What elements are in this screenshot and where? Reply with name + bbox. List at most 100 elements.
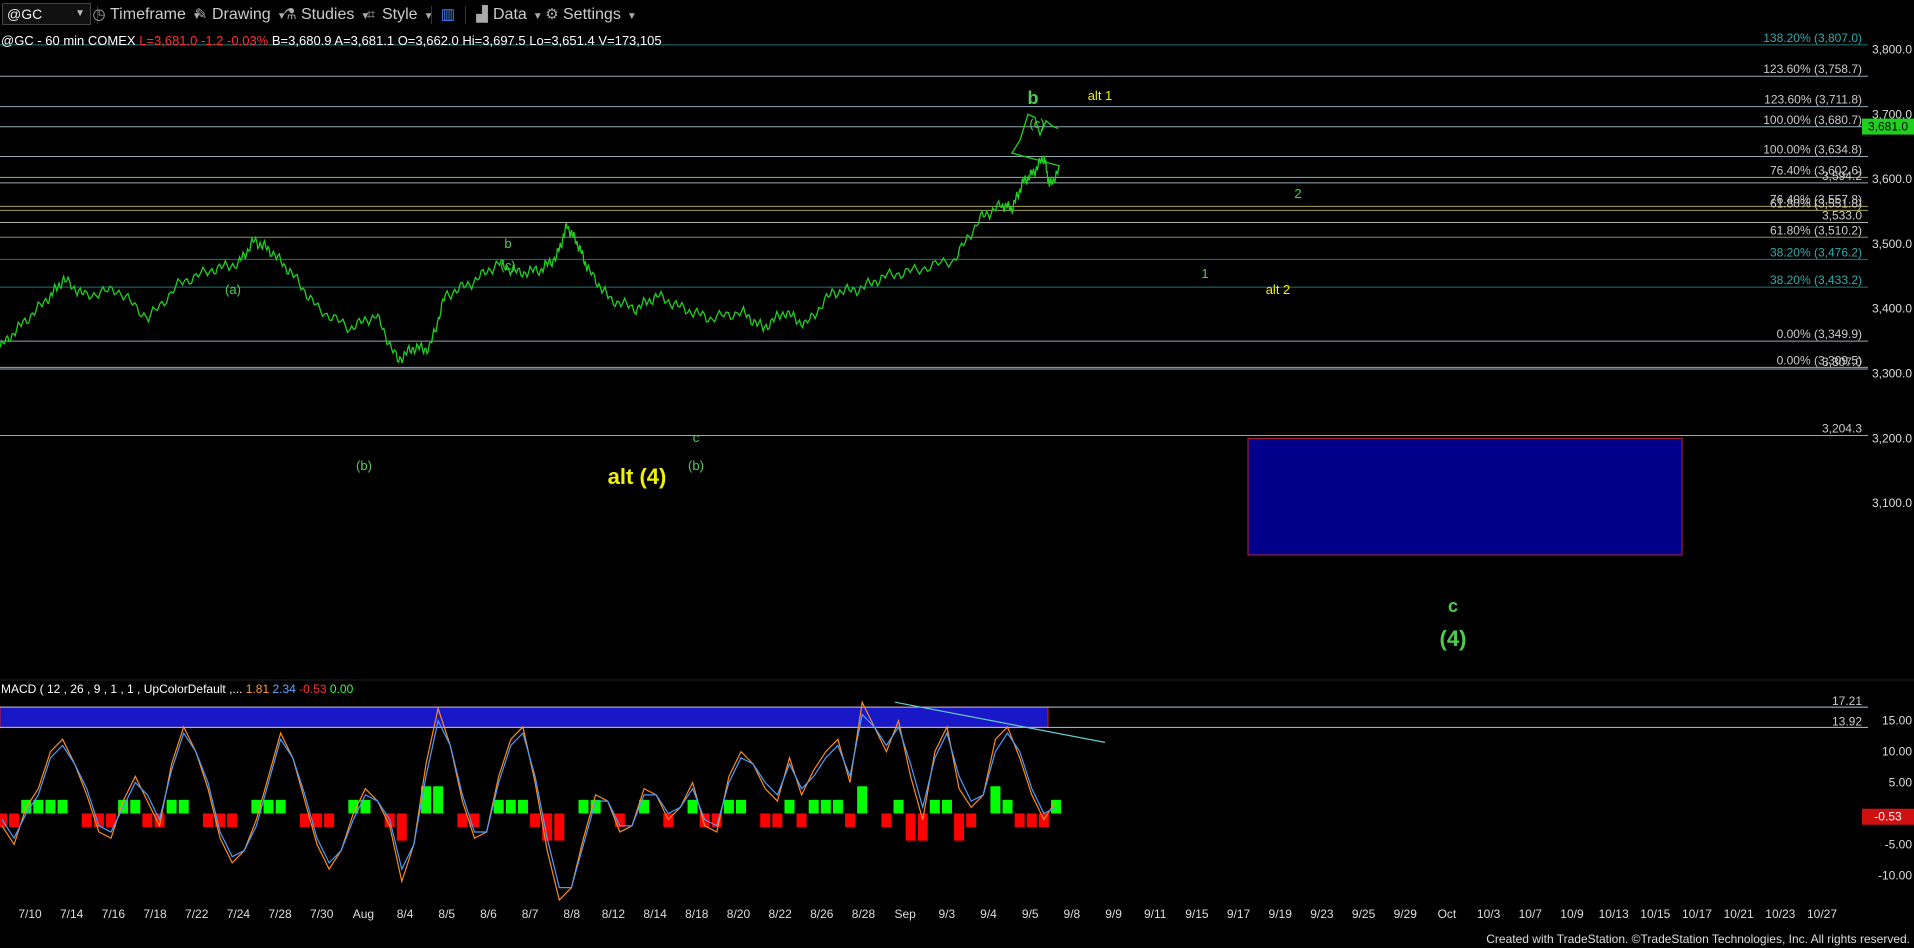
- data-button[interactable]: ▟ Data ▼: [473, 5, 542, 25]
- time-tick-label: 8/14: [643, 907, 667, 921]
- time-tick-label: 8/6: [480, 907, 497, 921]
- studies-button[interactable]: ⚗ Studies ▼: [281, 5, 370, 25]
- macd-diff-value: -0.53: [299, 682, 327, 696]
- macd-histogram-bar: [954, 813, 965, 841]
- macd-histogram-bar: [857, 786, 868, 814]
- macd-histogram-bar: [772, 813, 783, 828]
- clock-icon: ◷: [92, 6, 106, 23]
- time-tick-label: 9/11: [1144, 907, 1167, 921]
- gear-icon: ⚙: [545, 6, 559, 23]
- pencil-icon: ✎: [194, 6, 208, 23]
- macd-label: MACD ( 12 , 26 , 9 , 1 , 1 , UpColorDefa…: [1, 682, 243, 696]
- time-tick-label: 10/3: [1477, 907, 1501, 921]
- macd-level-label: 13.92: [1832, 714, 1862, 728]
- macd-level-label: 17.21: [1832, 694, 1862, 708]
- fib-label: 3,533.0: [1822, 209, 1862, 223]
- macd-histogram-bar: [723, 799, 734, 814]
- timeframe-button[interactable]: ◷ Timeframe ▼: [90, 5, 201, 25]
- fib-label: 0.00% (3,349.9): [1777, 327, 1862, 341]
- wave-label: (b): [356, 458, 372, 473]
- fib-label: 123.60% (3,758.7): [1763, 62, 1862, 76]
- quote-line: @GC - 60 min COMEX L=3,681.0 -1.2 -0.03%…: [1, 33, 662, 48]
- quote-bid: B=3,680.9: [271, 33, 332, 48]
- time-tick-label: 10/23: [1765, 907, 1795, 921]
- fib-label: 138.20% (3,807.0): [1763, 31, 1862, 45]
- quote-open: O=3,662.0: [397, 33, 459, 48]
- macd-histogram-bar: [81, 813, 92, 828]
- style-button[interactable]: ⌗ Style ▼: [362, 5, 434, 25]
- macd-tick-label: 15.00: [1882, 714, 1912, 728]
- time-tick-label: 7/10: [18, 907, 42, 921]
- layout-button[interactable]: ▥: [439, 5, 459, 25]
- fib-label: 61.80% (3,510.2): [1770, 223, 1862, 237]
- macd-current-label: -0.53: [1874, 810, 1902, 824]
- quote-change: -1.2: [201, 33, 224, 48]
- price-tick-label: 3,400.0: [1872, 302, 1912, 316]
- time-tick-label: 10/21: [1724, 907, 1754, 921]
- macd-tick-label: 5.00: [1889, 776, 1913, 790]
- time-tick-label: 8/22: [768, 907, 792, 921]
- macd-value: 1.81: [245, 682, 270, 696]
- macd-histogram-bar: [227, 813, 238, 828]
- macd-histogram-bar: [45, 799, 56, 814]
- current-price-tag: 3,681.0: [1862, 118, 1914, 135]
- target-box[interactable]: [1247, 437, 1683, 556]
- macd-histogram-bar: [457, 813, 468, 828]
- time-tick-label: 9/23: [1310, 907, 1334, 921]
- time-tick-label: 9/25: [1352, 907, 1376, 921]
- time-tick-label: 7/30: [310, 907, 334, 921]
- wave-label: (a): [225, 282, 241, 297]
- price-tick-label: 3,800.0: [1872, 42, 1912, 56]
- wave-label: alt (4): [608, 464, 667, 489]
- wave-label: b: [1028, 88, 1039, 108]
- wave-label: (b): [688, 458, 704, 473]
- wave-label: (c): [1029, 116, 1044, 131]
- macd-histogram-bar: [808, 799, 819, 814]
- toolbar: @GC ▼ ◷ Timeframe ▼ ✎ Drawing ▼ ⚗ Studies ▼ ⌗ S…: [0, 0, 1914, 31]
- macd-histogram-bar: [845, 813, 856, 828]
- macd-histogram-bar: [517, 799, 528, 814]
- time-tick-label: 7/14: [60, 907, 84, 921]
- toolbar-separator: [431, 6, 432, 24]
- chart-style-icon: ⌗: [366, 6, 376, 23]
- fib-label: 3,594.2: [1822, 169, 1862, 183]
- macd-histogram-bar: [1014, 813, 1025, 828]
- macd-histogram-bar: [796, 813, 807, 828]
- time-tick-label: 9/17: [1227, 907, 1251, 921]
- current-price-label: 3,681.0: [1868, 120, 1908, 134]
- macd-histogram-bar: [1002, 799, 1013, 814]
- macd-histogram-bar: [202, 813, 213, 828]
- macd-header: MACD ( 12 , 26 , 9 , 1 , 1 , UpColorDefa…: [1, 682, 353, 696]
- macd-histogram-bar: [275, 799, 286, 814]
- quote-high: Hi=3,697.5: [462, 33, 526, 48]
- drawing-button[interactable]: ✎ Drawing ▼: [192, 5, 287, 25]
- macd-histogram-bar: [820, 799, 831, 814]
- macd-histogram-bar: [966, 813, 977, 828]
- quote-percent: -0.03%: [227, 33, 269, 48]
- wave-label: alt 2: [1266, 282, 1291, 297]
- macd-zero-value: 0.00: [329, 682, 354, 696]
- time-tick-label: 10/17: [1682, 907, 1712, 921]
- chevron-down-icon: ▼: [626, 11, 637, 22]
- fib-label: 38.20% (3,433.2): [1770, 273, 1862, 287]
- time-tick-label: Aug: [353, 907, 374, 921]
- toolbar-separator: [465, 6, 466, 24]
- price-chart[interactable]: 138.20% (3,807.0) 123.60% (3,758.7) 123.60…: [0, 30, 1914, 932]
- macd-histogram-bar: [639, 799, 650, 814]
- time-tick-label: Sep: [894, 907, 916, 921]
- time-tick-label: 9/9: [1105, 907, 1122, 921]
- time-tick-label: 9/4: [980, 907, 997, 921]
- time-tick-label: 8/12: [602, 907, 626, 921]
- macd-histogram-bar: [1026, 813, 1037, 828]
- wave-label: alt 1: [1088, 88, 1113, 103]
- macd-histogram-bar: [905, 813, 916, 841]
- flask-icon: ⚗: [283, 6, 297, 23]
- symbol-selector[interactable]: @GC ▼: [2, 3, 91, 25]
- macd-histogram-bar: [687, 799, 698, 814]
- macd-band: [0, 706, 1049, 728]
- time-tick-label: 7/24: [227, 907, 251, 921]
- settings-button[interactable]: ⚙ Settings ▼: [543, 5, 637, 25]
- macd-histogram-bar: [57, 799, 68, 814]
- time-tick-label: 10/9: [1560, 907, 1584, 921]
- macd-histogram-bar: [784, 799, 795, 814]
